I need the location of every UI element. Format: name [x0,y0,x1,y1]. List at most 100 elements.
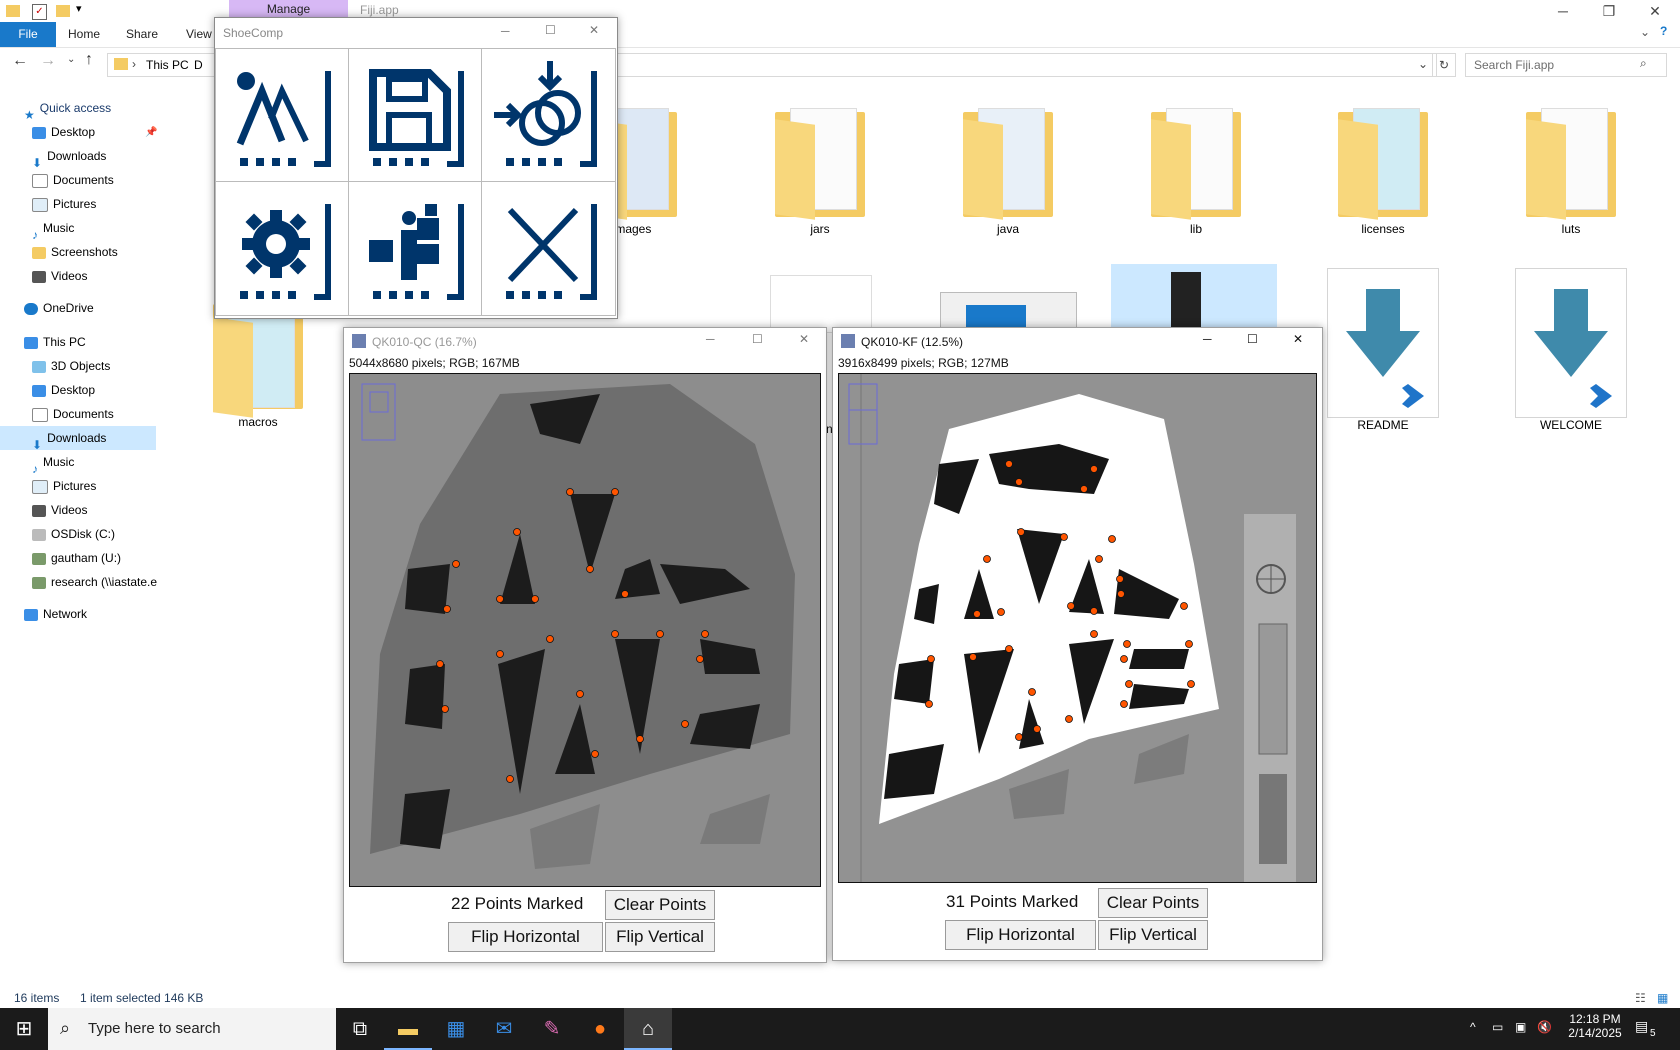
flip-horizontal-button[interactable]: Flip Horizontal [945,920,1096,950]
clock[interactable]: 12:18 PM 2/14/2025 [1560,1012,1630,1040]
taskbar-search-input[interactable]: Type here to search [48,1008,336,1050]
nav-pc-desktop[interactable]: Desktop [32,378,188,402]
landmark-point[interactable] [1005,645,1013,653]
manage-contextual-tab[interactable]: Manage [229,0,348,18]
maximize-icon[interactable]: ☐ [752,332,763,346]
flip-vertical-button[interactable]: Flip Vertical [1098,920,1208,950]
image-canvas[interactable] [349,373,821,887]
landmark-point[interactable] [621,590,629,598]
file-item-licenses[interactable]: licenses [1308,102,1458,236]
landmark-point[interactable] [1108,535,1116,543]
landmark-point[interactable] [1095,555,1103,563]
breadcrumb-drive[interactable]: D [194,58,203,72]
file-item-macros[interactable]: macros [183,300,333,429]
customize-toolbar-icon[interactable]: ▾ [76,2,82,15]
file-item-selected[interactable] [1111,264,1277,330]
close-icon[interactable]: ✕ [1293,332,1303,346]
breadcrumb-this-pc[interactable]: This PC [146,58,189,72]
landmark-point[interactable] [531,595,539,603]
nav-osdisk[interactable]: OSDisk (C:) [32,522,188,546]
landmark-point[interactable] [973,610,981,618]
tab-home[interactable]: Home [68,22,100,47]
usb-icon[interactable]: ▭ [1492,1020,1503,1034]
nav-network[interactable]: Network [24,602,180,626]
refresh-icon[interactable]: ↻ [1432,53,1456,77]
landmark-point[interactable] [496,650,504,658]
nav-downloads[interactable]: ⬇ Downloads [32,144,188,168]
landmark-point[interactable] [611,488,619,496]
up-icon[interactable]: ↑ [85,51,93,69]
landmark-point[interactable] [1117,590,1125,598]
close-icon[interactable]: ✕ [1632,0,1678,22]
minimize-icon[interactable]: ─ [501,24,510,38]
landmark-point[interactable] [1080,485,1088,493]
landmark-point[interactable] [576,690,584,698]
recent-locations-icon[interactable]: ⌄ [67,54,75,65]
flip-horizontal-button[interactable]: Flip Horizontal [448,922,603,952]
close-icon[interactable]: ✕ [799,332,809,346]
clear-points-button[interactable]: Clear Points [1098,888,1208,918]
landmark-point[interactable] [513,528,521,536]
close-tool-button[interactable] [481,181,616,316]
tab-share[interactable]: Share [126,22,158,47]
file-item-lib[interactable]: lib [1121,102,1271,236]
landmark-point[interactable] [1123,640,1131,648]
nav-pc-music[interactable]: ♪ Music [32,450,188,474]
landmark-point[interactable] [566,488,574,496]
minimize-icon[interactable]: ─ [1540,0,1586,22]
network-tray-icon[interactable]: ▣ [1515,1020,1526,1034]
landmark-point[interactable] [441,705,449,713]
mail-icon[interactable]: ✉ [480,1008,528,1050]
store-icon[interactable]: ▦ [432,1008,480,1050]
details-view-icon[interactable]: ☷ [1635,988,1646,1008]
landmark-point[interactable] [983,555,991,563]
info-tool-button[interactable] [348,181,483,316]
search-input[interactable]: Search Fiji.app [1465,53,1667,77]
landmark-point[interactable] [1033,725,1041,733]
landmark-point[interactable] [1187,680,1195,688]
nav-this-pc[interactable]: This PC [24,330,180,354]
nav-desktop[interactable]: Desktop [32,120,188,144]
landmark-point[interactable] [611,630,619,638]
nav-screenshots[interactable]: Screenshots [32,240,188,264]
tab-file[interactable]: File [0,22,56,47]
landmark-point[interactable] [1120,700,1128,708]
landmark-point[interactable] [1017,528,1025,536]
minimize-icon[interactable]: ─ [1203,332,1212,346]
landmark-point[interactable] [1065,715,1073,723]
landmark-point[interactable] [1090,630,1098,638]
landmark-point[interactable] [436,660,444,668]
nav-pc-pictures[interactable]: Pictures [32,474,188,498]
nav-music[interactable]: ♪ Music [32,216,188,240]
nav-3d-objects[interactable]: 3D Objects [32,354,188,378]
save-tool-button[interactable] [348,48,483,183]
landmark-point[interactable] [591,750,599,758]
nav-onedrive[interactable]: OneDrive [24,296,180,320]
firefox-icon[interactable]: ● [576,1008,624,1050]
landmark-point[interactable] [927,655,935,663]
maximize-icon[interactable]: ☐ [1247,332,1258,346]
address-dropdown-icon[interactable]: ⌄ [1418,57,1428,71]
clear-points-button[interactable]: Clear Points [605,890,715,920]
show-hidden-icons-icon[interactable]: ^ [1470,1020,1476,1034]
file-item-readme[interactable]: README [1308,268,1458,432]
nav-pictures[interactable]: Pictures [32,192,188,216]
volume-muted-icon[interactable]: 🔇 [1537,1020,1552,1034]
file-item-welcome[interactable]: WELCOME [1496,268,1646,432]
file-item-java[interactable]: java [933,102,1083,236]
nav-pc-videos[interactable]: Videos [32,498,188,522]
landmark-point[interactable] [1116,575,1124,583]
file-item-luts[interactable]: luts [1496,102,1646,236]
landmark-point[interactable] [1185,640,1193,648]
landmark-point[interactable] [546,635,554,643]
large-icons-view-icon[interactable]: ▦ [1657,988,1668,1008]
back-icon[interactable]: ← [12,52,28,70]
windows-start-icon[interactable]: ⊞ [0,1008,48,1050]
mountain-tool-button[interactable] [215,48,350,183]
landmark-point[interactable] [586,565,594,573]
landmark-point[interactable] [1015,733,1023,741]
close-icon[interactable]: ✕ [589,23,599,37]
tab-view[interactable]: View [186,22,212,47]
landmark-point[interactable] [681,720,689,728]
landmark-point[interactable] [1060,533,1068,541]
